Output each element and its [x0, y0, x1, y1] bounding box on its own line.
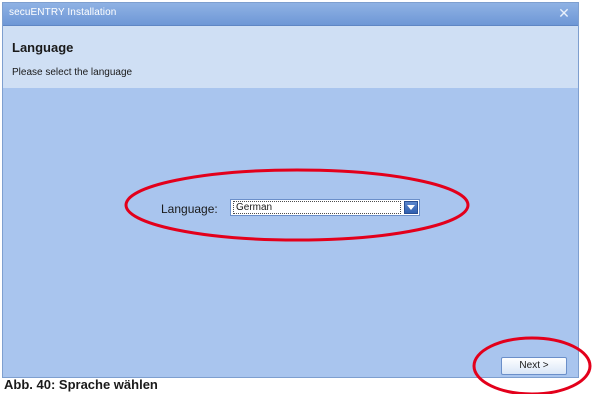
page-title: Language [12, 40, 74, 55]
language-select-value[interactable]: German [233, 201, 401, 214]
close-icon[interactable]: ✕ [556, 5, 572, 21]
next-button[interactable]: Next > [501, 357, 567, 375]
language-label: Language: [161, 202, 218, 216]
footer-bar [3, 353, 578, 377]
window-title: secuENTRY Installation [9, 7, 117, 18]
installer-window: secuENTRY Installation ✕ Language Please… [2, 2, 579, 378]
page: secuENTRY Installation ✕ Language Please… [0, 0, 593, 394]
figure-caption: Abb. 40: Sprache wählen [4, 378, 158, 392]
chevron-down-icon[interactable] [404, 201, 418, 214]
content-area: Language: German [3, 88, 578, 353]
header-band: Language Please select the language [3, 26, 578, 88]
page-subtitle: Please select the language [12, 67, 133, 78]
title-bar[interactable]: secuENTRY Installation ✕ [3, 3, 578, 26]
language-select[interactable]: German [230, 199, 420, 216]
